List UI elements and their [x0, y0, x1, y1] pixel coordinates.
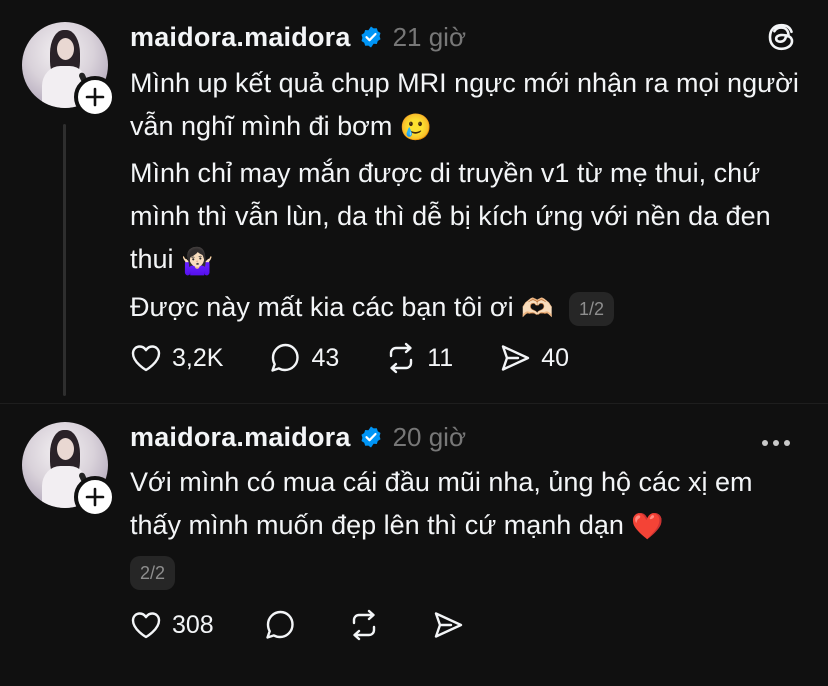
threads-logo-icon[interactable]: [764, 20, 798, 54]
post-text-paragraph: Được này mất kia các bạn tôi ơi: [130, 291, 514, 322]
like-button[interactable]: 3,2K: [128, 340, 223, 376]
send-icon: [434, 612, 462, 638]
more-options-icon[interactable]: [762, 433, 798, 446]
verified-badge-icon: [359, 25, 383, 49]
thread-post-1: maidora.maidora 21 giờ Mình up kết quả c…: [0, 0, 828, 405]
comment-icon: [271, 343, 300, 372]
thread-connector-line: [63, 124, 66, 396]
reply-count: 43: [311, 343, 340, 372]
post-timestamp: 21 giờ: [392, 21, 467, 52]
follow-plus-icon[interactable]: [74, 476, 116, 518]
like-button[interactable]: 308: [128, 607, 214, 643]
post-body: Với mình có mua cái đầu mũi nha, ủng hộ …: [130, 461, 808, 548]
reply-button[interactable]: [262, 607, 298, 643]
red-heart-emoji: ❤️: [631, 511, 664, 542]
thread-page-indicator: 1/2: [569, 291, 615, 326]
post-body: Mình up kết quả chụp MRI ngực mới nhận r…: [130, 62, 808, 330]
repost-button[interactable]: [346, 607, 382, 643]
post-text-paragraph: Mình chỉ may mắn được di truyền v1 từ mẹ…: [130, 158, 771, 275]
thread-page-indicator: 2/2: [130, 556, 176, 590]
heart-icon: [131, 612, 161, 639]
post-header: maidora.maidora 20 giờ: [130, 417, 466, 457]
share-button[interactable]: 40: [497, 340, 569, 376]
post-actions: 3,2K 43 11 40: [128, 340, 613, 376]
post-divider: [0, 403, 828, 404]
post-header: maidora.maidora 21 giờ: [130, 17, 466, 57]
username[interactable]: maidora.maidora: [130, 422, 351, 453]
verified-badge-icon: [359, 425, 383, 449]
shrug-emoji: 🤷🏻‍♀️: [181, 245, 214, 276]
post-timestamp: 20 giờ: [392, 421, 467, 452]
send-icon: [502, 345, 530, 371]
reply-button[interactable]: 43: [267, 340, 339, 376]
repost-icon: [352, 609, 375, 641]
post-text-paragraph: Mình up kết quả chụp MRI ngực mới nhận r…: [130, 68, 799, 141]
follow-plus-icon[interactable]: [74, 76, 116, 118]
repost-icon: [390, 342, 413, 374]
tear-smile-emoji: 🥲: [399, 112, 433, 143]
repost-count: 11: [427, 343, 454, 372]
repost-button[interactable]: 11: [383, 340, 453, 376]
like-count: 3,2K: [172, 343, 224, 372]
username[interactable]: maidora.maidora: [130, 22, 351, 53]
share-button[interactable]: [430, 607, 466, 643]
comment-icon: [266, 610, 294, 639]
post-actions: 308: [128, 607, 514, 643]
thread-post-2: maidora.maidora 20 giờ Với mình có mua c…: [0, 405, 828, 686]
heart-icon: [131, 345, 161, 372]
like-count: 308: [172, 610, 214, 639]
share-count: 40: [541, 343, 570, 372]
heart-hands-emoji: 🫶🏻: [521, 293, 554, 324]
